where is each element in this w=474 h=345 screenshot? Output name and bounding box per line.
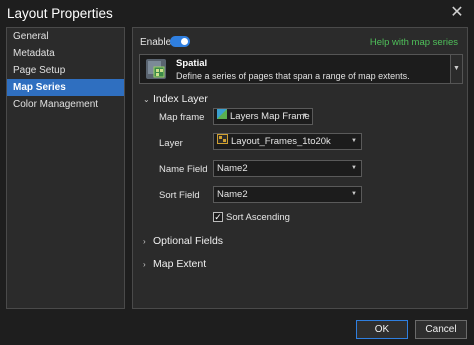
sidebar-nav: General Metadata Page Setup Map Series C…: [6, 27, 125, 309]
map-frame-label: Map frame: [159, 112, 205, 123]
map-frame-dropdown[interactable]: Layers Map Frame ▼: [213, 108, 313, 125]
chevron-down-icon: ▼: [351, 191, 357, 197]
chevron-right-icon: ›: [143, 237, 146, 246]
sidebar-item-page-setup[interactable]: Page Setup: [7, 62, 124, 79]
toggle-knob: [181, 38, 188, 45]
sidebar-item-general[interactable]: General: [7, 28, 124, 45]
sidebar-item-map-series[interactable]: Map Series: [7, 79, 124, 96]
map-frame-icon: [217, 109, 227, 124]
cancel-button[interactable]: Cancel: [415, 320, 467, 339]
spatial-map-series-icon: [145, 58, 167, 80]
chevron-down-icon: ▼: [302, 113, 308, 119]
name-field-value: Name2: [217, 163, 248, 174]
chevron-down-icon: ▼: [351, 165, 357, 171]
optional-fields-header[interactable]: › Optional Fields: [143, 235, 223, 247]
sidebar-item-color-management[interactable]: Color Management: [7, 96, 124, 113]
map-extent-header[interactable]: › Map Extent: [143, 258, 206, 270]
series-type-description: Define a series of pages that span a ran…: [176, 71, 410, 81]
sort-field-value: Name2: [217, 189, 248, 200]
sort-ascending-label: Sort Ascending: [226, 212, 290, 223]
sort-field-dropdown[interactable]: Name2 ▼: [213, 186, 362, 203]
chevron-down-icon: ▼: [351, 138, 357, 144]
name-field-label: Name Field: [159, 164, 208, 175]
chevron-down-icon: ⌄: [143, 95, 150, 104]
enable-toggle[interactable]: [170, 36, 190, 47]
index-layer-header[interactable]: ⌄ Index Layer: [143, 93, 208, 105]
feature-layer-icon: [217, 134, 228, 149]
chevron-down-icon[interactable]: ▼: [450, 55, 462, 83]
help-link[interactable]: Help with map series: [370, 37, 458, 48]
layer-label: Layer: [159, 138, 183, 149]
series-type-name: Spatial: [176, 58, 208, 69]
chevron-right-icon: ›: [143, 260, 146, 269]
optional-fields-title: Optional Fields: [153, 235, 224, 247]
layer-value: Layout_Frames_1to20k: [231, 136, 331, 148]
map-extent-title: Map Extent: [153, 258, 207, 270]
ok-button[interactable]: OK: [356, 320, 408, 339]
layer-dropdown[interactable]: Layout_Frames_1to20k ▼: [213, 133, 362, 150]
window-title: Layout Properties: [7, 6, 113, 21]
index-layer-title: Index Layer: [153, 93, 208, 105]
enable-label: Enable: [140, 37, 172, 48]
map-frame-value: Layers Map Frame: [230, 111, 310, 123]
sort-field-label: Sort Field: [159, 190, 200, 201]
name-field-dropdown[interactable]: Name2 ▼: [213, 160, 362, 177]
series-type-selector[interactable]: Spatial Define a series of pages that sp…: [139, 54, 463, 84]
close-icon[interactable]: ✕: [448, 4, 466, 22]
title-bar: Layout Properties ✕: [0, 0, 474, 28]
map-series-panel: Enable Help with map series Spatial Defi…: [132, 27, 468, 309]
sidebar-item-metadata[interactable]: Metadata: [7, 45, 124, 62]
sort-ascending-checkbox[interactable]: ✓: [213, 212, 223, 222]
